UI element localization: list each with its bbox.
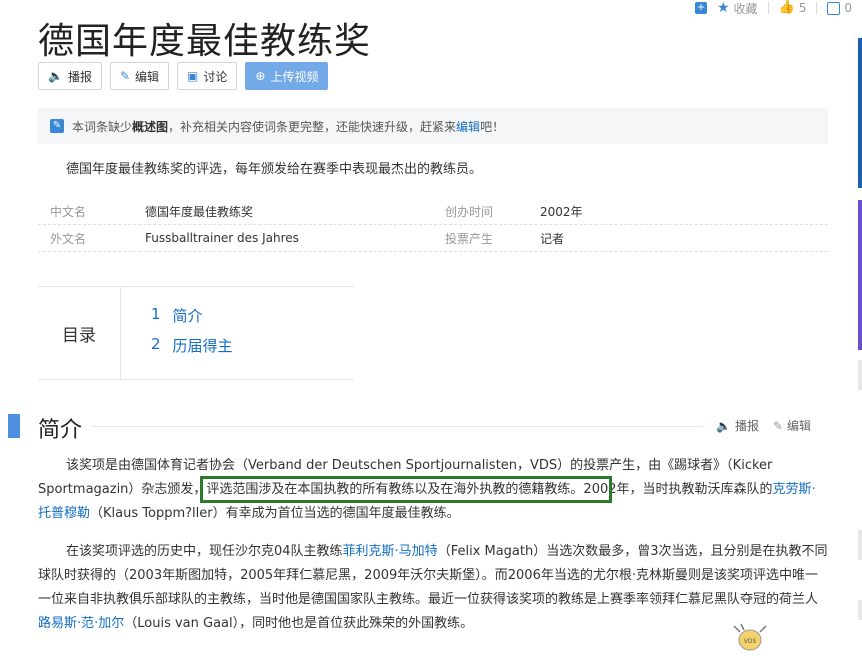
toc-num: 2 — [151, 335, 161, 353]
section-read-label: 播报 — [734, 419, 759, 433]
info-row: 中文名 德国年度最佳教练奖 创办时间 2002年 — [38, 198, 828, 225]
upload-video-label: 上传视频 — [270, 69, 319, 84]
discuss-button[interactable]: ▣ 讨论 — [177, 62, 238, 90]
side-strip — [858, 530, 862, 560]
info-key: 创办时间 — [445, 204, 494, 219]
link-felix-magath[interactable]: 菲利克斯·马加特 — [343, 544, 438, 559]
basic-info-table: 中文名 德国年度最佳教练奖 创办时间 2002年 外文名 Fussballtra… — [38, 198, 828, 252]
info-row: 外文名 Fussballtrainer des Jahres 投票产生 记者 — [38, 225, 828, 252]
section-title: 简介 — [38, 418, 83, 443]
page-title: 德国年度最佳教练奖 — [38, 21, 372, 62]
edit-label: 编辑 — [135, 69, 160, 84]
para2-text-c: （Louis van Gaal），同时他也是首位获此殊荣的外国教练。 — [124, 616, 474, 631]
section-actions: 🔈 播报 ✎ 编辑 — [716, 417, 811, 434]
divider — [767, 2, 769, 14]
like-count: 5 — [798, 1, 807, 15]
info-key: 中文名 — [50, 204, 87, 219]
notice-edit-link[interactable]: 编辑 — [456, 118, 480, 135]
section-divider — [92, 426, 702, 427]
info-key: 外文名 — [50, 231, 87, 246]
toc-item-intro[interactable]: 1 简介 — [151, 305, 233, 326]
highlight-box — [200, 476, 612, 503]
pencil-icon: ✎ — [772, 419, 784, 433]
pencil-icon: ✎ — [119, 69, 131, 83]
side-strip — [858, 360, 862, 390]
notice-text-pre: 本词条缺少 — [72, 119, 133, 134]
star-icon: ★ — [716, 0, 730, 16]
edit-pen-icon: ✎ — [50, 119, 64, 133]
favorite-button[interactable]: ★ 收藏 — [717, 0, 758, 17]
speaker-icon: 🔈 — [48, 69, 63, 83]
link-louis-van-gaal[interactable]: 路易斯·范·加尔 — [38, 616, 124, 631]
discuss-label: 讨论 — [203, 69, 228, 84]
toc-num: 1 — [151, 305, 161, 323]
side-ad-strip-purple — [858, 200, 862, 350]
info-key: 投票产生 — [445, 231, 494, 246]
top-action-bar: + ★ 收藏 👍 5 0 — [694, 0, 852, 17]
notice-text-mid: ，补充相关内容使词条更完整，还能快速升级，赶紧来 — [168, 119, 457, 134]
share-icon — [827, 1, 841, 15]
paragraph-2: 在该奖项评选的历史中，现任沙尔克04队主教练菲利克斯·马加特（Felix Mag… — [38, 540, 828, 636]
side-strip — [858, 600, 862, 620]
section-edit-button[interactable]: ✎ 编辑 — [773, 417, 811, 434]
info-value: 德国年度最佳教练奖 — [145, 204, 254, 219]
summary-text: 德国年度最佳教练奖的评选，每年颁发给在赛季中表现最杰出的教练员。 — [66, 162, 483, 177]
para2-text-a: 在该奖项评选的历史中，现任沙尔克04队主教练 — [66, 544, 343, 559]
plus-circle-icon: ⊕ — [255, 69, 266, 83]
mascot-label: VDS — [744, 638, 757, 645]
missing-image-notice: ✎ 本词条缺少 概述图 ，补充相关内容使词条更完整，还能快速升级，赶紧来 编辑 吧！ — [38, 108, 828, 144]
plus-square-icon: + — [694, 2, 707, 14]
section-marker — [8, 414, 20, 438]
section-edit-label: 编辑 — [787, 419, 812, 433]
side-ad-strip-blue — [858, 38, 862, 188]
like-button[interactable]: 👍 5 — [779, 1, 807, 15]
notice-text-post: 吧！ — [480, 119, 505, 134]
table-of-contents: 目录 1 简介 2 历届得主 — [38, 286, 354, 380]
toc-label: 历届得主 — [172, 337, 233, 355]
mascot-icon[interactable]: VDS — [732, 622, 768, 652]
chat-icon: ▣ — [187, 69, 199, 83]
share-button[interactable]: 0 — [827, 1, 852, 15]
add-item[interactable]: + — [694, 2, 707, 14]
toc-title: 目录 — [38, 287, 121, 379]
divider — [816, 2, 818, 14]
edit-button[interactable]: ✎ 编辑 — [109, 62, 170, 90]
toc-label: 简介 — [172, 307, 203, 325]
thumbs-up-icon: 👍 — [778, 0, 795, 15]
notice-bold: 概述图 — [132, 119, 169, 134]
upload-video-button[interactable]: ⊕ 上传视频 — [245, 62, 329, 90]
share-count: 0 — [844, 1, 852, 15]
toc-list: 1 简介 2 历届得主 — [121, 287, 233, 379]
read-aloud-label: 播报 — [67, 69, 92, 84]
info-value: 2002年 — [540, 204, 583, 219]
read-aloud-button[interactable]: 🔈 播报 — [38, 62, 102, 90]
favorite-label: 收藏 — [733, 1, 758, 16]
toc-item-winners[interactable]: 2 历届得主 — [151, 335, 233, 356]
info-value: 记者 — [540, 231, 565, 246]
entry-toolbar: 🔈 播报 ✎ 编辑 ▣ 讨论 ⊕ 上传视频 — [38, 62, 329, 90]
speaker-icon: 🔈 — [716, 419, 731, 433]
para1-text-b: （Klaus Toppm?ller）有幸成为首位当选的德国年度最佳教练。 — [90, 506, 460, 521]
section-read-button[interactable]: 🔈 播报 — [716, 417, 759, 434]
info-value: Fussballtrainer des Jahres — [145, 231, 299, 245]
